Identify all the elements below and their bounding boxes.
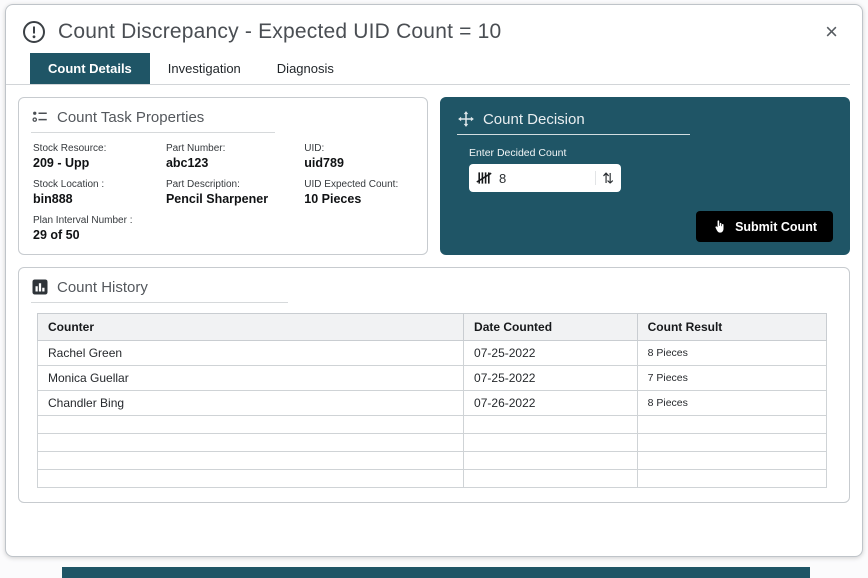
cell-counter: Chandler Bing xyxy=(38,391,464,416)
field-part-description: Part Description: Pencil Sharpener xyxy=(166,179,296,206)
field-value: Pencil Sharpener xyxy=(166,192,296,206)
cell-counter xyxy=(38,470,464,488)
field-value: uid789 xyxy=(304,156,413,170)
cell-count-result: 8 Pieces xyxy=(637,341,826,366)
cell-date-counted: 07-25-2022 xyxy=(464,341,638,366)
task-properties-fields: Stock Resource: 209 - Upp Part Number: a… xyxy=(31,143,413,242)
table-row-empty xyxy=(38,470,827,488)
submit-count-button[interactable]: Submit Count xyxy=(696,211,833,242)
panel-title-text: Count History xyxy=(57,279,148,296)
count-decision-title: Count Decision xyxy=(457,110,690,135)
count-task-properties-panel: Count Task Properties Stock Resource: 20… xyxy=(18,97,428,255)
table-row[interactable]: Monica Guellar 07-25-2022 7 Pieces xyxy=(38,366,827,391)
submit-count-label: Submit Count xyxy=(735,220,817,234)
cell-counter xyxy=(38,452,464,470)
cell-count-result xyxy=(637,434,826,452)
dialog-header: Count Discrepancy - Expected UID Count =… xyxy=(6,5,862,53)
column-header-date-counted: Date Counted xyxy=(464,314,638,341)
cell-counter xyxy=(38,416,464,434)
table-row-empty xyxy=(38,434,827,452)
field-value: abc123 xyxy=(166,156,296,170)
table-row-empty xyxy=(38,416,827,434)
tab-diagnosis[interactable]: Diagnosis xyxy=(259,53,352,84)
tab-bar: Count Details Investigation Diagnosis xyxy=(6,53,850,85)
field-label: Stock Location : xyxy=(33,179,158,190)
field-value: 29 of 50 xyxy=(33,228,158,242)
panel-title-text: Count Task Properties xyxy=(57,109,204,126)
dialog-content: Count Task Properties Stock Resource: 20… xyxy=(6,85,862,503)
field-label: Stock Resource: xyxy=(33,143,158,154)
cell-date-counted xyxy=(464,434,638,452)
field-stock-resource: Stock Resource: 209 - Upp xyxy=(33,143,158,170)
cell-counter: Monica Guellar xyxy=(38,366,464,391)
close-icon[interactable]: × xyxy=(821,19,842,45)
tab-investigation[interactable]: Investigation xyxy=(150,53,259,84)
table-row-empty xyxy=(38,452,827,470)
column-header-counter: Counter xyxy=(38,314,464,341)
cell-count-result xyxy=(637,452,826,470)
decided-count-input[interactable]: 8 ⇅ xyxy=(469,164,621,192)
background-footer-bar xyxy=(62,567,810,578)
cell-date-counted: 07-25-2022 xyxy=(464,366,638,391)
hand-click-icon xyxy=(712,219,727,234)
properties-list-icon xyxy=(31,108,49,126)
count-task-properties-title: Count Task Properties xyxy=(31,108,275,133)
cell-counter: Rachel Green xyxy=(38,341,464,366)
panel-title-text: Count Decision xyxy=(483,111,585,128)
field-uid: UID: uid789 xyxy=(304,143,413,170)
table-row[interactable]: Chandler Bing 07-26-2022 8 Pieces xyxy=(38,391,827,416)
column-header-count-result: Count Result xyxy=(637,314,826,341)
cell-date-counted xyxy=(464,416,638,434)
tally-marks-icon xyxy=(476,170,492,186)
field-plan-interval-number: Plan Interval Number : 29 of 50 xyxy=(33,215,158,242)
count-history-panel: Count History Counter Date Counted Count… xyxy=(18,267,850,503)
field-value: 209 - Upp xyxy=(33,156,158,170)
count-decision-panel: Count Decision Enter Decided Count 8 xyxy=(440,97,850,255)
alert-info-icon xyxy=(22,20,46,44)
decided-count-value: 8 xyxy=(499,171,595,186)
decided-count-label: Enter Decided Count xyxy=(469,147,833,159)
count-discrepancy-dialog: Count Discrepancy - Expected UID Count =… xyxy=(5,4,863,557)
cell-count-result: 7 Pieces xyxy=(637,366,826,391)
table-row[interactable]: Rachel Green 07-25-2022 8 Pieces xyxy=(38,341,827,366)
field-label: UID Expected Count: xyxy=(304,179,413,190)
cell-date-counted xyxy=(464,452,638,470)
decision-arrows-icon xyxy=(457,110,475,128)
field-label: Part Description: xyxy=(166,179,296,190)
field-stock-location: Stock Location : bin888 xyxy=(33,179,158,206)
field-label: Plan Interval Number : xyxy=(33,215,158,226)
bar-chart-icon xyxy=(31,278,49,296)
field-part-number: Part Number: abc123 xyxy=(166,143,296,170)
field-label: UID: xyxy=(304,143,413,154)
cell-counter xyxy=(38,434,464,452)
field-uid-expected-count: UID Expected Count: 10 Pieces xyxy=(304,179,413,206)
cell-count-result xyxy=(637,416,826,434)
count-history-title: Count History xyxy=(31,278,288,303)
cell-date-counted xyxy=(464,470,638,488)
cell-date-counted: 07-26-2022 xyxy=(464,391,638,416)
tab-count-details[interactable]: Count Details xyxy=(30,53,150,84)
count-stepper-icon[interactable]: ⇅ xyxy=(595,171,614,185)
field-value: bin888 xyxy=(33,192,158,206)
dialog-title: Count Discrepancy - Expected UID Count =… xyxy=(58,20,821,44)
field-label: Part Number: xyxy=(166,143,296,154)
table-header-row: Counter Date Counted Count Result xyxy=(38,314,827,341)
count-history-table: Counter Date Counted Count Result Rachel… xyxy=(37,313,827,488)
cell-count-result xyxy=(637,470,826,488)
field-value: 10 Pieces xyxy=(304,192,413,206)
cell-count-result: 8 Pieces xyxy=(637,391,826,416)
